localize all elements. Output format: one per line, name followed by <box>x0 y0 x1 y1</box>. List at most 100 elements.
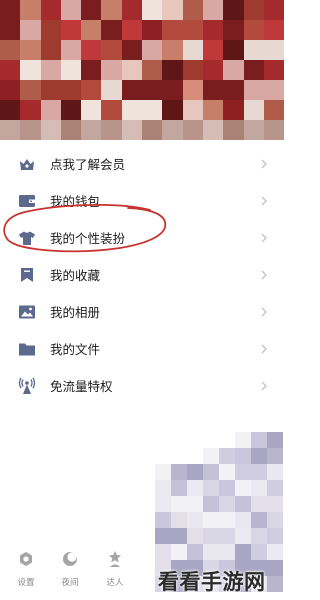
tab-settings[interactable]: 设置 <box>8 550 44 594</box>
mosaic-pixel <box>235 512 251 528</box>
banner-pixel <box>20 20 41 40</box>
banner-pixel <box>243 120 264 140</box>
banner-pixel <box>182 80 203 100</box>
banner-pixel <box>81 20 102 40</box>
profile-banner <box>0 0 284 140</box>
mosaic-pixel <box>219 512 235 528</box>
tab-expert[interactable]: 达人 <box>97 550 133 594</box>
menu-item-label: 我的相册 <box>50 305 101 320</box>
banner-pixel <box>263 20 284 40</box>
banner-pixel <box>0 80 21 100</box>
menu-item-free-data[interactable]: 免流量特权 <box>0 367 284 404</box>
tab-label: 达人 <box>106 578 124 588</box>
banner-pixel <box>202 40 224 60</box>
banner-pixel <box>20 120 41 140</box>
menu-item-label: 我的钱包 <box>50 194 101 209</box>
mosaic-pixel <box>251 464 267 480</box>
mosaic-pixel <box>219 464 235 480</box>
banner-pixel <box>20 100 41 120</box>
banner-pixel <box>162 20 183 40</box>
banner-pixel <box>60 0 82 20</box>
mosaic-pixel <box>267 528 283 544</box>
banner-pixel <box>20 40 41 60</box>
banner-pixel <box>263 80 284 100</box>
banner-pixel <box>81 120 102 140</box>
mosaic-pixel <box>203 464 219 480</box>
mosaic-pixel <box>203 480 219 496</box>
menu-item-files[interactable]: 我的文件 <box>0 330 284 367</box>
banner-pixel <box>202 80 224 100</box>
mosaic-pixel <box>219 496 235 512</box>
banner-pixel <box>142 100 163 120</box>
banner-pixel <box>121 60 143 80</box>
banner-pixel <box>142 120 163 140</box>
banner-pixel <box>142 0 163 20</box>
banner-pixel <box>40 40 61 60</box>
mosaic-pixel <box>267 464 283 480</box>
banner-pixel <box>60 40 82 60</box>
mosaic-pixel <box>187 528 203 544</box>
banner-pixel <box>121 40 143 60</box>
banner-pixel <box>0 120 21 140</box>
banner-pixel <box>101 0 122 20</box>
menu-item-label: 我的个性装扮 <box>50 231 126 246</box>
banner-pixel <box>142 40 163 60</box>
image-icon <box>18 303 36 321</box>
banner-pixel <box>202 100 224 120</box>
menu-item-wallet[interactable]: 我的钱包 <box>0 182 284 219</box>
star-person-icon <box>106 550 124 568</box>
gear-icon <box>17 550 35 568</box>
mosaic-pixel <box>219 544 235 560</box>
chevron-right-icon <box>261 344 267 353</box>
banner-pixel <box>40 0 61 20</box>
mosaic-pixel <box>251 432 267 448</box>
banner-pixel <box>243 40 264 60</box>
banner-pixel <box>202 20 224 40</box>
banner-pixel <box>182 0 203 20</box>
menu-item-vip[interactable]: 点我了解会员 <box>0 145 284 182</box>
mosaic-pixel <box>171 496 187 512</box>
banner-pixel <box>182 60 203 80</box>
mosaic-pixel <box>267 560 283 576</box>
moon-icon <box>61 550 79 568</box>
banner-pixel <box>223 60 244 80</box>
banner-pixel <box>162 0 183 20</box>
wallet-icon <box>18 192 36 210</box>
banner-pixel <box>243 80 264 100</box>
banner-pixel <box>40 100 61 120</box>
banner-pixel <box>60 100 82 120</box>
mosaic-pixel <box>155 480 171 496</box>
mosaic-pixel <box>203 448 219 464</box>
tab-night-mode[interactable]: 夜间 <box>52 550 88 594</box>
tab-label: 夜间 <box>61 578 79 588</box>
banner-pixel <box>243 20 264 40</box>
banner-pixel <box>263 40 284 60</box>
mosaic-pixel <box>187 544 203 560</box>
banner-pixel <box>263 0 284 20</box>
banner-pixel <box>182 100 203 120</box>
banner-pixel <box>40 60 61 80</box>
menu-item-album[interactable]: 我的相册 <box>0 293 284 330</box>
mosaic-pixel <box>155 464 171 480</box>
banner-pixel <box>60 120 82 140</box>
menu-item-favorites[interactable]: 我的收藏 <box>0 256 284 293</box>
banner-pixel <box>0 40 21 60</box>
banner-pixel <box>243 0 264 20</box>
banner-pixel <box>20 60 41 80</box>
banner-pixel <box>81 100 102 120</box>
chevron-right-icon <box>261 233 267 242</box>
banner-pixel <box>60 20 82 40</box>
mosaic-pixel <box>235 496 251 512</box>
banner-pixel <box>20 80 41 100</box>
mosaic-pixel <box>203 496 219 512</box>
banner-pixel <box>142 80 163 100</box>
banner-pixel <box>0 60 21 80</box>
chevron-right-icon <box>261 270 267 279</box>
banner-pixel <box>121 120 143 140</box>
chevron-right-icon <box>261 159 267 168</box>
folder-icon <box>18 340 36 358</box>
banner-pixel <box>223 20 244 40</box>
mosaic-pixel <box>203 528 219 544</box>
menu-item-personal-dressup[interactable]: 我的个性装扮 <box>0 219 284 256</box>
banner-pixel <box>223 40 244 60</box>
